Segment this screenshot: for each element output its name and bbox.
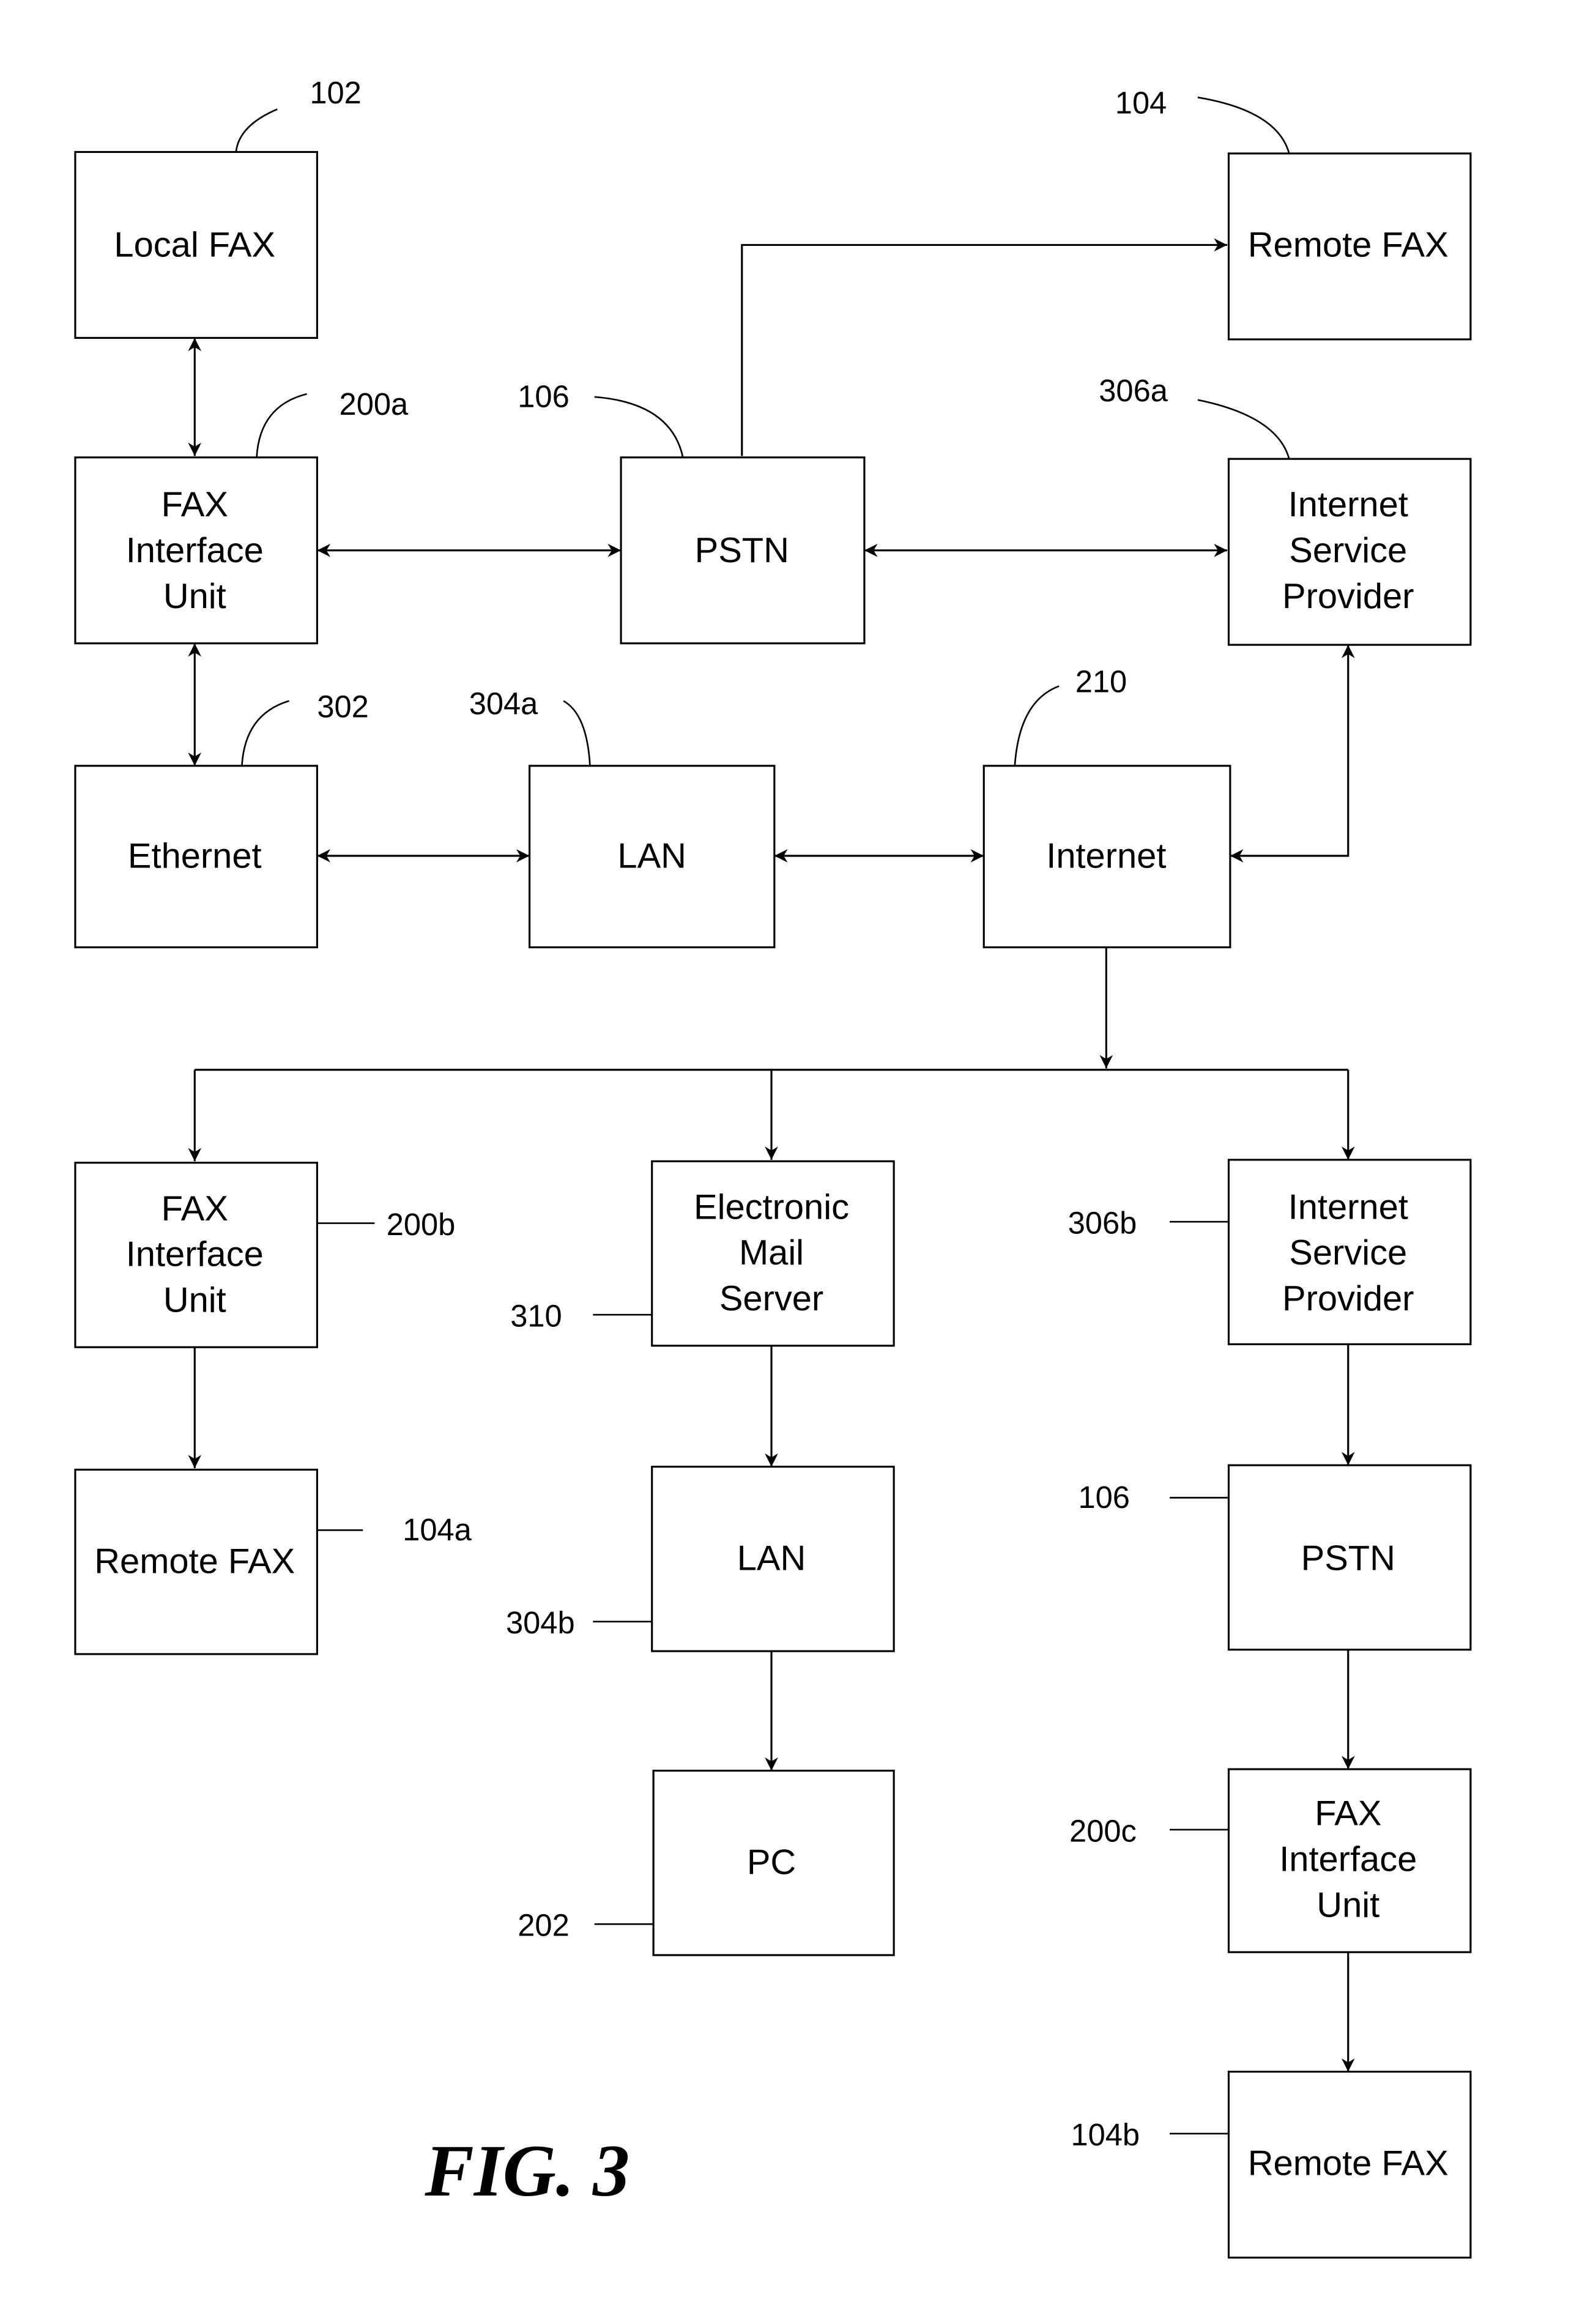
conn-pstn-remotefax xyxy=(741,238,1228,456)
ref-label: 106 xyxy=(518,379,569,414)
ref-200c: 200c xyxy=(1069,1813,1229,1848)
node-local-fax: Local FAX xyxy=(74,150,318,339)
node-label-line: Remote FAX xyxy=(1248,2144,1449,2183)
ref-label: 210 xyxy=(1075,664,1127,699)
ref-104b: 104b xyxy=(1071,2117,1229,2152)
node-email-server: Electronic Mail Server xyxy=(651,1160,895,1347)
node-label-line: Local FAX xyxy=(114,226,275,265)
ref-310: 310 xyxy=(510,1298,652,1333)
ref-106-bottom: 106 xyxy=(1079,1480,1229,1515)
node-remote-fax-b: Remote FAX xyxy=(1227,2070,1472,2259)
ref-label: 102 xyxy=(310,75,361,110)
node-label-line: LAN xyxy=(737,1539,806,1578)
ref-302: 302 xyxy=(241,689,369,766)
node-fax-interface-unit-b: FAX Interface Unit xyxy=(74,1162,318,1348)
ref-210: 210 xyxy=(1014,664,1127,766)
node-label-line: Service xyxy=(1289,1233,1407,1272)
node-label-line: Internet xyxy=(1288,485,1408,524)
node-remote-fax-a: Remote FAX xyxy=(74,1468,318,1655)
ref-104: 104 xyxy=(1115,86,1290,154)
figure-caption: FIG. 3 xyxy=(424,2131,629,2212)
ref-200b: 200b xyxy=(317,1207,455,1242)
node-fax-interface-unit-a: FAX Interface Unit xyxy=(74,456,318,645)
node-label-line: Interface xyxy=(126,1235,264,1274)
node-label-line: Unit xyxy=(1316,1885,1379,1925)
node-pc: PC xyxy=(652,1769,895,1956)
node-pstn-top: PSTN xyxy=(620,456,866,645)
ref-label: 200b xyxy=(387,1207,456,1242)
node-isp-b: Internet Service Provider xyxy=(1227,1159,1472,1345)
ref-306a: 306a xyxy=(1099,373,1290,459)
ref-label: 200a xyxy=(340,387,409,421)
ref-label: 306a xyxy=(1099,373,1168,408)
node-label-line: Service xyxy=(1289,531,1407,570)
node-label-line: FAX xyxy=(1315,1794,1381,1833)
node-label-line: PSTN xyxy=(695,531,789,570)
ref-104a: 104a xyxy=(317,1512,472,1547)
ref-304a: 304a xyxy=(469,686,591,766)
ref-306b: 306b xyxy=(1068,1205,1229,1240)
ref-106-top: 106 xyxy=(518,379,684,458)
node-label-line: LAN xyxy=(617,836,686,875)
node-label-line: Provider xyxy=(1282,1279,1414,1318)
ref-200a: 200a xyxy=(256,387,409,458)
ref-102: 102 xyxy=(235,75,362,152)
node-label-line: Interface xyxy=(1279,1840,1417,1879)
ref-202: 202 xyxy=(518,1908,654,1943)
conn-internet-ispa xyxy=(1230,645,1355,863)
ref-label: 106 xyxy=(1079,1480,1130,1515)
node-label-line: Internet xyxy=(1046,836,1166,875)
node-label-line: Remote FAX xyxy=(1248,226,1449,265)
ref-label: 104 xyxy=(1115,86,1167,121)
node-label-line: PC xyxy=(747,1843,796,1882)
node-lan-b: LAN xyxy=(651,1466,895,1652)
node-remote-fax: Remote FAX xyxy=(1227,152,1472,341)
node-label-line: FAX xyxy=(162,485,228,524)
node-label-line: Ethernet xyxy=(128,836,262,875)
ref-label: 104b xyxy=(1071,2117,1140,2152)
node-fax-interface-unit-c: FAX Interface Unit xyxy=(1227,1768,1472,1953)
node-pstn-b: PSTN xyxy=(1227,1464,1472,1651)
ref-label: 310 xyxy=(510,1298,562,1333)
ref-304b: 304b xyxy=(506,1605,652,1640)
node-label-line: Electronic xyxy=(694,1187,849,1227)
node-isp-a: Internet Service Provider xyxy=(1227,458,1472,646)
node-ethernet: Ethernet xyxy=(74,765,318,949)
ref-label: 104a xyxy=(403,1512,472,1547)
ref-label: 306b xyxy=(1068,1205,1137,1240)
ref-label: 200c xyxy=(1069,1813,1137,1848)
node-label-line: FAX xyxy=(162,1189,228,1228)
ref-label: 304b xyxy=(506,1605,575,1640)
node-label-line: Provider xyxy=(1282,577,1414,616)
ref-label: 202 xyxy=(518,1908,569,1943)
node-label-line: PSTN xyxy=(1301,1539,1395,1578)
node-label-line: Mail xyxy=(739,1233,804,1272)
node-label-line: Internet xyxy=(1288,1187,1408,1227)
ref-label: 302 xyxy=(317,689,368,724)
node-label-line: Unit xyxy=(163,1280,226,1320)
node-label-line: Interface xyxy=(126,531,264,570)
node-label-line: Server xyxy=(719,1279,823,1318)
node-internet: Internet xyxy=(982,765,1231,949)
node-lan-a: LAN xyxy=(529,765,776,949)
node-label-line: Remote FAX xyxy=(94,1542,295,1581)
fig3-diagram: Local FAX Remote FAX FAX Interface Unit PS… xyxy=(74,75,1472,2259)
node-label-line: Unit xyxy=(163,577,226,616)
ref-label: 304a xyxy=(469,686,538,721)
